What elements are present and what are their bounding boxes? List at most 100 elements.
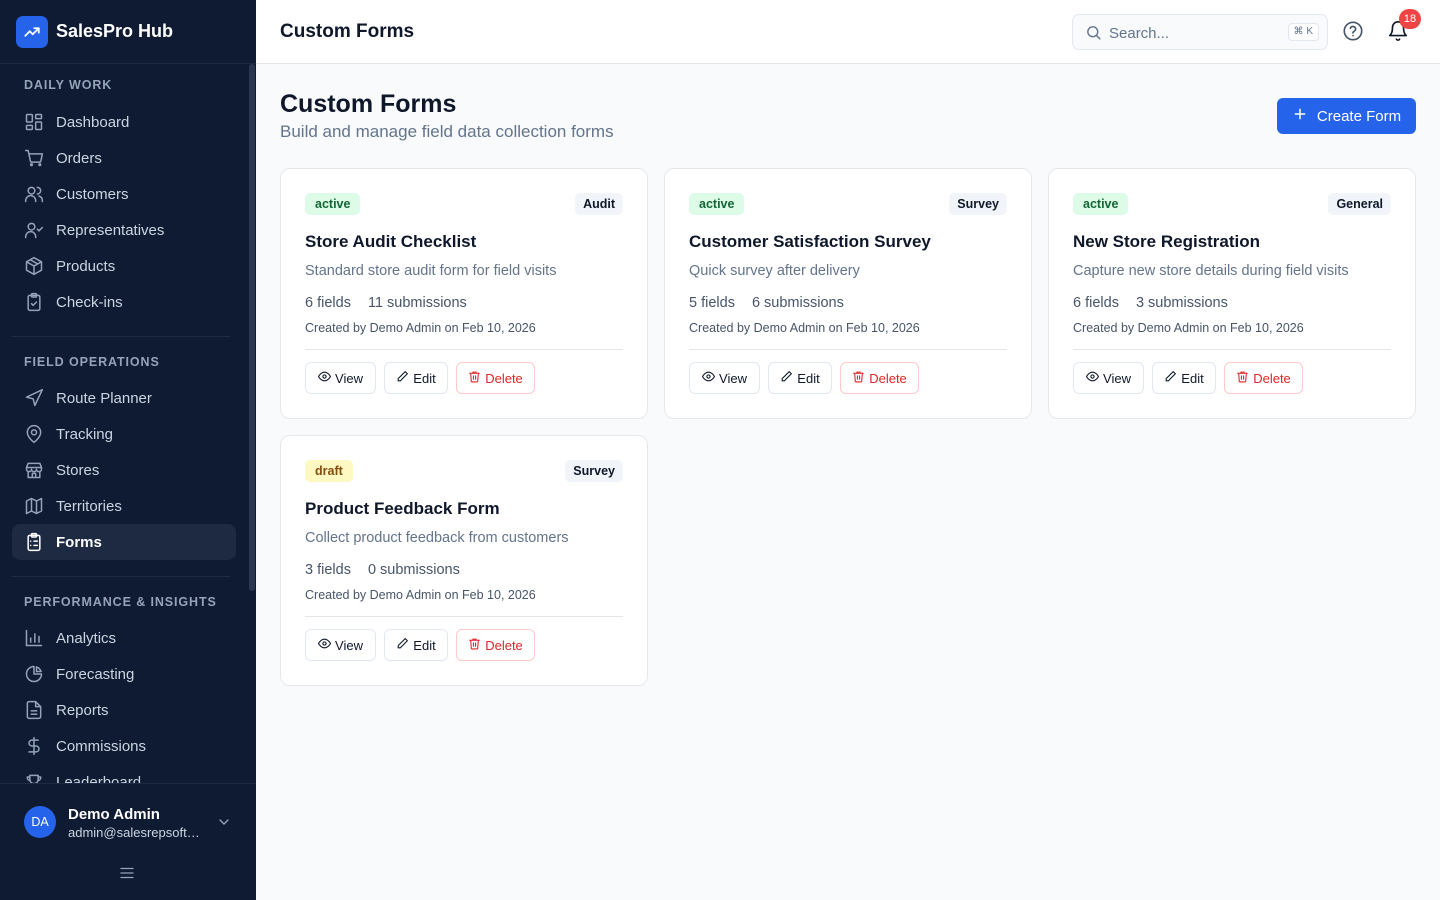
edit-button[interactable]: Edit [384,629,448,661]
create-form-button[interactable]: Create Form [1277,98,1416,134]
view-label: View [335,370,363,386]
delete-label: Delete [869,370,907,386]
sidebar-scrollbar-thumb[interactable] [249,64,255,591]
category-badge: Audit [575,193,623,215]
sidebar-item-orders[interactable]: Orders [12,140,236,176]
delete-button[interactable]: Delete [456,629,535,661]
sidebar-item-leaderboard[interactable]: Leaderboard [12,764,236,783]
store-icon [24,460,44,480]
view-label: View [719,370,747,386]
form-description: Standard store audit form for field visi… [305,263,557,279]
user-check-icon [24,220,44,240]
view-label: View [335,637,363,653]
sidebar-item-representatives[interactable]: Representatives [12,212,236,248]
form-title: Customer Satisfaction Survey [689,232,931,251]
edit-button[interactable]: Edit [384,362,448,394]
chart-pie-icon [24,664,44,684]
delete-button[interactable]: Delete [840,362,919,394]
field-count: 6 fields [305,295,351,311]
sidebar-item-tracking[interactable]: Tracking [12,416,236,452]
eye-icon [1085,370,1100,386]
card-actions: View Edit Delete [305,362,535,394]
delete-button[interactable]: Delete [456,362,535,394]
status-badge: active [1073,193,1129,215]
edit-button[interactable]: Edit [1152,362,1216,394]
pencil-icon [1164,370,1177,386]
sidebar-item-label: Commissions [56,737,147,755]
sidebar-item-stores[interactable]: Stores [12,452,236,488]
sidebar-item-route-planner[interactable]: Route Planner [12,380,236,416]
create-form-label: Create Form [1316,107,1402,125]
notification-badge: 18 [1399,9,1421,29]
section-title-performance: PERFORMANCE & INSIGHTS [24,595,217,609]
clipboard-list-icon [24,532,44,552]
sidebar-item-customers[interactable]: Customers [12,176,236,212]
cart-icon [24,148,44,168]
form-stats: 5 fields 6 submissions [689,295,844,311]
sidebar-item-forecasting[interactable]: Forecasting [12,656,236,692]
sidebar-item-products[interactable]: Products [12,248,236,284]
submission-count: 0 submissions [367,562,460,578]
sidebar-scrollbar[interactable] [248,64,256,783]
sidebar-item-label: Orders [56,149,102,167]
package-icon [24,256,44,276]
sidebar-item-label: Products [56,257,116,275]
field-count: 3 fields [305,562,351,578]
sidebar-item-label: Forms [56,533,102,551]
sidebar-item-forms[interactable]: Forms [12,524,236,560]
clipboard-check-icon [24,292,44,312]
sidebar-item-commissions[interactable]: Commissions [12,728,236,764]
form-meta: Created by Demo Admin on Feb 10, 2026 [689,321,920,335]
bar-chart-icon [24,628,44,648]
trash-icon [468,370,481,386]
submission-count: 11 submissions [367,295,467,311]
category-badge: General [1328,193,1391,215]
brand[interactable]: SalesPro Hub [0,0,256,64]
view-button[interactable]: View [689,362,760,394]
view-button[interactable]: View [305,629,376,661]
sidebar-item-label: Tracking [56,425,113,443]
field-count: 5 fields [689,295,735,311]
search-icon [1085,24,1102,46]
sidebar-item-analytics[interactable]: Analytics [12,620,236,656]
form-card: active Audit Store Audit Checklist Stand… [280,168,648,419]
form-title: New Store Registration [1073,232,1261,251]
help-icon[interactable] [1342,20,1364,47]
menu-icon[interactable] [118,864,136,887]
sidebar-item-label: Customers [56,185,129,203]
delete-label: Delete [485,370,523,386]
view-button[interactable]: View [1073,362,1144,394]
search-input[interactable] [1109,23,1279,43]
view-button[interactable]: View [305,362,376,394]
dollar-icon [24,736,44,756]
sidebar-item-label: Territories [56,497,122,515]
page-subtitle: Build and manage field data collection f… [280,122,614,141]
avatar: DA [24,806,56,838]
user-menu[interactable]: DA Demo Admin admin@salesrepsoftware.com [0,783,256,900]
chevron-down-icon[interactable] [216,814,232,835]
search-box[interactable]: ⌘ K [1072,14,1328,50]
category-badge: Survey [565,460,623,482]
section-title-daily-work: DAILY WORK [24,78,113,92]
card-actions: View Edit Delete [305,629,535,661]
form-stats: 3 fields 0 submissions [305,562,460,578]
status-badge: active [305,193,361,215]
edit-button[interactable]: Edit [768,362,832,394]
sidebar-item-reports[interactable]: Reports [12,692,236,728]
form-description: Capture new store details during field v… [1073,263,1349,279]
sidebar-item-check-ins[interactable]: Check-ins [12,284,236,320]
delete-button[interactable]: Delete [1224,362,1303,394]
search-shortcut: ⌘ K [1287,23,1319,41]
users-icon [24,184,44,204]
eye-icon [317,370,332,386]
form-card: active General New Store Registration Ca… [1048,168,1416,419]
trash-icon [468,637,481,653]
edit-label: Edit [413,637,436,653]
sidebar-item-territories[interactable]: Territories [12,488,236,524]
pencil-icon [780,370,793,386]
card-divider [305,616,623,617]
form-card: draft Survey Product Feedback Form Colle… [280,435,648,686]
edit-label: Edit [797,370,820,386]
sidebar-item-dashboard[interactable]: Dashboard [12,104,236,140]
form-card: active Survey Customer Satisfaction Surv… [664,168,1032,419]
